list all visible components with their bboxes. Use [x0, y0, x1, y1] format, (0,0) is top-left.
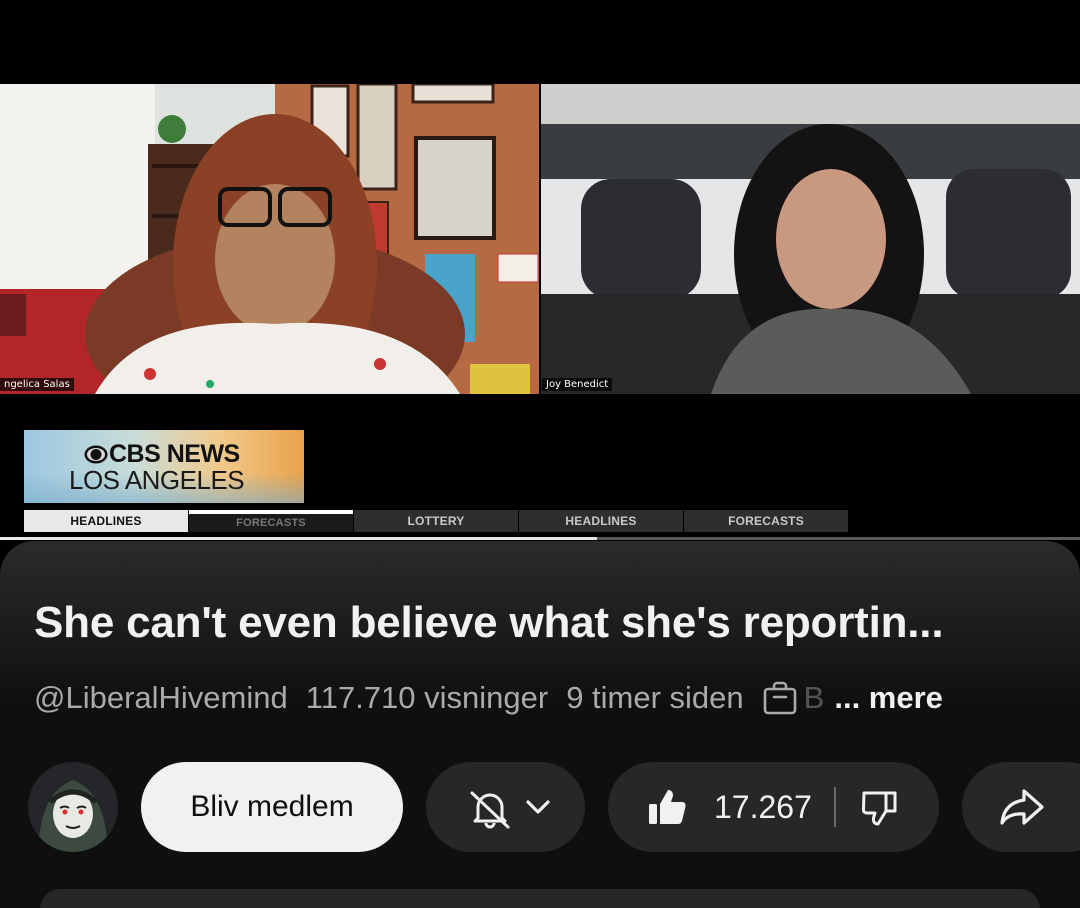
chevron-down-icon	[525, 800, 550, 814]
ticker-tab: FORECASTS	[189, 510, 353, 532]
channel-avatar[interactable]	[28, 762, 118, 852]
right-participant-name: Joy Benedict	[542, 378, 613, 391]
share-button[interactable]	[962, 762, 1080, 852]
avatar-image	[28, 762, 118, 852]
notification-button[interactable]	[426, 762, 585, 852]
share-icon	[1000, 789, 1044, 825]
video-feed-left: ngelica Salas	[0, 84, 539, 394]
video-title[interactable]: She can't even believe what she's report…	[34, 598, 1044, 648]
ticker-tab: HEADLINES	[24, 510, 188, 532]
upload-age: 9 timer siden	[566, 680, 744, 715]
left-participant-name: ngelica Salas	[0, 378, 74, 391]
broadcast-city: LOS ANGELES	[69, 465, 245, 495]
like-count: 17.267	[714, 788, 812, 825]
cbs-eye-icon	[84, 445, 108, 464]
video-metadata[interactable]: @LiberalHivemind 117.710 visninger 9 tim…	[34, 676, 943, 720]
like-dislike-group: 17.267	[608, 762, 939, 852]
left-scene-image	[0, 84, 539, 394]
bell-off-icon	[470, 791, 550, 829]
video-progress-bar[interactable]	[0, 537, 1080, 540]
ticker-tab: LOTTERY	[354, 510, 518, 532]
video-player[interactable]: ngelica Salas Joy Benedict CBS NEWS LOS …	[0, 0, 1080, 540]
video-feed-right: Joy Benedict	[541, 84, 1080, 394]
ticker-tab: FORECASTS	[684, 510, 848, 532]
thumbs-up-icon[interactable]	[646, 786, 688, 828]
ticker-tab: HEADLINES	[519, 510, 683, 532]
truncated-meta-text: B	[803, 680, 825, 715]
comments-preview-card[interactable]	[40, 889, 1040, 908]
broadcast-brand-text: CBS NEWS	[109, 440, 240, 468]
channel-handle[interactable]: @LiberalHivemind	[34, 680, 288, 716]
view-count: 117.710 visninger	[305, 680, 549, 715]
video-progress-fill	[0, 537, 598, 540]
more-link[interactable]: ... mere	[834, 680, 943, 716]
right-scene-image	[541, 84, 1080, 394]
join-membership-button[interactable]: Bliv medlem	[141, 762, 403, 852]
like-divider	[833, 787, 836, 827]
broadcast-brand: CBS NEWS	[84, 440, 240, 468]
shopping-bag-icon	[763, 681, 796, 715]
action-row: Bliv medlem 17.267	[0, 762, 1080, 854]
video-info-panel: She can't even believe what she's report…	[0, 541, 1080, 908]
thumbs-down-icon[interactable]	[860, 787, 900, 827]
news-ticker: HEADLINES FORECASTS LOTTERY HEADLINES FO…	[24, 510, 849, 532]
cbs-news-logo: CBS NEWS LOS ANGELES	[24, 430, 304, 503]
